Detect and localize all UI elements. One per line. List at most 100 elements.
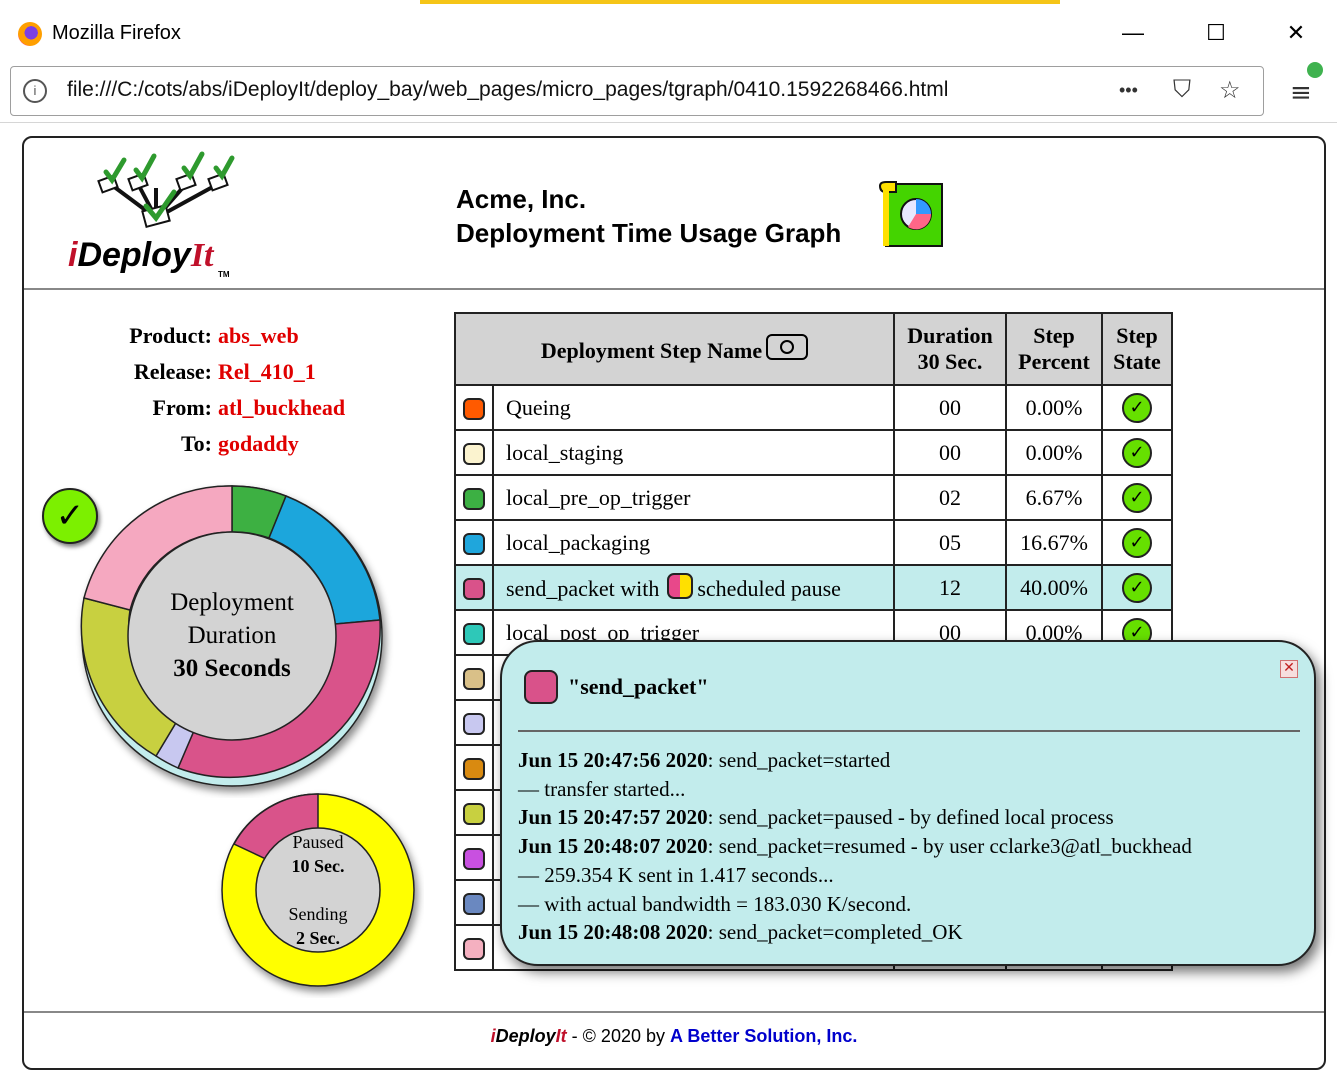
step-color-swatch [463,758,485,781]
step-name[interactable]: local_pre_op_trigger [506,485,691,510]
step-state: ✓ [1101,564,1173,611]
firefox-logo-icon [18,22,42,46]
log-message: : send_packet=resumed - by user cclarke3… [707,834,1192,859]
scheduled-pause-icon [667,573,694,599]
log-message: : send_packet=completed_OK [707,920,963,945]
log-message: — with actual bandwidth = 183.030 K/seco… [518,891,912,916]
step-duration: 00 [893,429,1007,476]
state-header-line2: State [1113,349,1161,374]
step-percent: 0.00% [1005,384,1103,431]
url-bar[interactable]: i file:///C:/cots/abs/iDeployIt/deploy_b… [10,66,1264,116]
step-ok-check-icon: ✓ [1122,572,1152,603]
table-row[interactable]: local_packaging 05 16.67% ✓ [454,519,1173,566]
page-frame: iDeployIt TM Acme, Inc. Deployment Time … [22,136,1326,1070]
maximize-button[interactable]: ☐ [1196,16,1236,50]
sending-value: 2 Sec. [296,928,340,948]
log-timestamp: Jun 15 20:47:56 2020 [518,748,708,772]
step-name-cell[interactable]: send_packet with scheduled pause [492,564,895,611]
popup-log-line: Jun 15 20:48:07 2020: send_packet=resume… [518,832,1192,861]
step-name-cell[interactable]: local_staging [492,429,895,476]
step-color-swatch [463,668,485,691]
log-timestamp: Jun 15 20:48:07 2020 [518,834,708,859]
close-button[interactable]: ✕ [1276,16,1316,50]
logo-tm: TM [218,270,230,279]
step-state: ✓ [1101,384,1173,431]
step-percent: 6.67% [1005,474,1103,521]
popup-divider [518,730,1300,732]
step-color-cell [454,384,494,431]
step-state: ✓ [1101,474,1173,521]
step-color-swatch [463,398,485,421]
step-ok-check-icon: ✓ [1122,527,1152,558]
table-row[interactable]: local_staging 00 0.00% ✓ [454,429,1173,476]
step-name[interactable]: local_staging [506,440,623,465]
step-ok-check-icon: ✓ [1122,392,1152,423]
table-row[interactable]: Queing 00 0.00% ✓ [454,384,1173,431]
popup-step-swatch [524,670,558,704]
step-name[interactable]: send_packet with [506,576,659,601]
pocket-icon[interactable]: ⛉ [1173,76,1191,104]
from-row: From: atl_buckhead [84,390,384,426]
step-color-swatch [463,713,485,736]
popup-log-line: — 259.354 K sent in 1.417 seconds... [518,861,1192,890]
logo-it: It [190,237,214,274]
step-color-swatch [463,533,485,556]
from-label: From: [152,395,212,420]
ideployit-logo: iDeployIt TM [38,148,238,279]
page-title: Deployment Time Usage Graph [456,218,842,248]
donut-line2: Duration [188,622,277,649]
step-percent: 16.67% [1005,519,1103,566]
step-color-cell [454,519,494,566]
table-row[interactable]: send_packet with scheduled pause 12 40.00% ✓ [454,564,1173,611]
url-text[interactable]: file:///C:/cots/abs/iDeployIt/deploy_bay… [67,78,948,102]
donut-line1: Deployment [170,589,294,616]
minimize-button[interactable]: — [1113,16,1153,50]
step-duration: 00 [893,384,1007,431]
step-name-header[interactable]: Deployment Step Name [454,312,895,386]
step-color-cell [454,474,494,521]
product-value: abs_web [218,323,299,348]
pause-donut-chart: Paused 10 Sec. Sending 2 Sec. [221,793,415,987]
step-duration: 12 [893,564,1007,611]
step-state: ✓ [1101,429,1173,476]
popup-log-line: Jun 15 20:47:56 2020: send_packet=starte… [518,746,1192,775]
page-header: Acme, Inc. Deployment Time Usage Graph [456,182,841,250]
release-value: Rel_410_1 [218,359,316,384]
step-ok-check-icon: ✓ [1122,482,1152,513]
step-color-cell [454,924,494,971]
step-duration: 05 [893,519,1007,566]
bookmark-star-icon[interactable]: ☆ [1219,76,1241,105]
site-info-icon[interactable]: i [23,79,47,103]
menu-icon[interactable]: ≡ [1290,78,1312,108]
percent-header-line2: Percent [1018,349,1090,374]
step-name-cell[interactable]: Queing [492,384,895,431]
log-message: — transfer started... [518,776,686,801]
popup-log-line: Jun 15 20:47:57 2020: send_packet=paused… [518,803,1192,832]
state-header-line1: Step [1116,323,1158,348]
step-name[interactable]: local_packaging [506,530,650,555]
step-name-cell[interactable]: local_packaging [492,519,895,566]
popup-close-icon[interactable]: ✕ [1280,660,1298,678]
eye-icon[interactable] [766,334,809,360]
footer-copyright: - © 2020 by [566,1026,670,1046]
popup-log-line: Jun 15 20:48:08 2020: send_packet=comple… [518,918,1192,947]
page-footer: iDeployIt - © 2020 by A Better Solution,… [24,1026,1324,1047]
step-name-header-text: Deployment Step Name [540,338,763,363]
table-header-row: Deployment Step Name Duration 30 Sec. Ste… [454,312,1173,386]
deployment-ok-check-icon: ✓ [42,488,98,544]
step-color-swatch [463,443,485,466]
table-row[interactable]: local_pre_op_trigger 02 6.67% ✓ [454,474,1173,521]
step-color-swatch [463,488,485,511]
log-message: — 259.354 K sent in 1.417 seconds... [518,862,834,887]
title-accent [420,0,1060,4]
log-message: : send_packet=started [707,748,891,772]
page-actions-icon[interactable]: ••• [1119,80,1138,101]
footer-company-link[interactable]: A Better Solution, Inc. [670,1026,857,1046]
step-name[interactable]: Queing [506,395,571,420]
step-state: ✓ [1101,519,1173,566]
paused-label: Paused [293,832,344,852]
company-name: Acme, Inc. [456,184,587,214]
step-color-cell [454,609,494,656]
step-name-cell[interactable]: local_pre_op_trigger [492,474,895,521]
popup-log-line: — transfer started... [518,775,1192,804]
